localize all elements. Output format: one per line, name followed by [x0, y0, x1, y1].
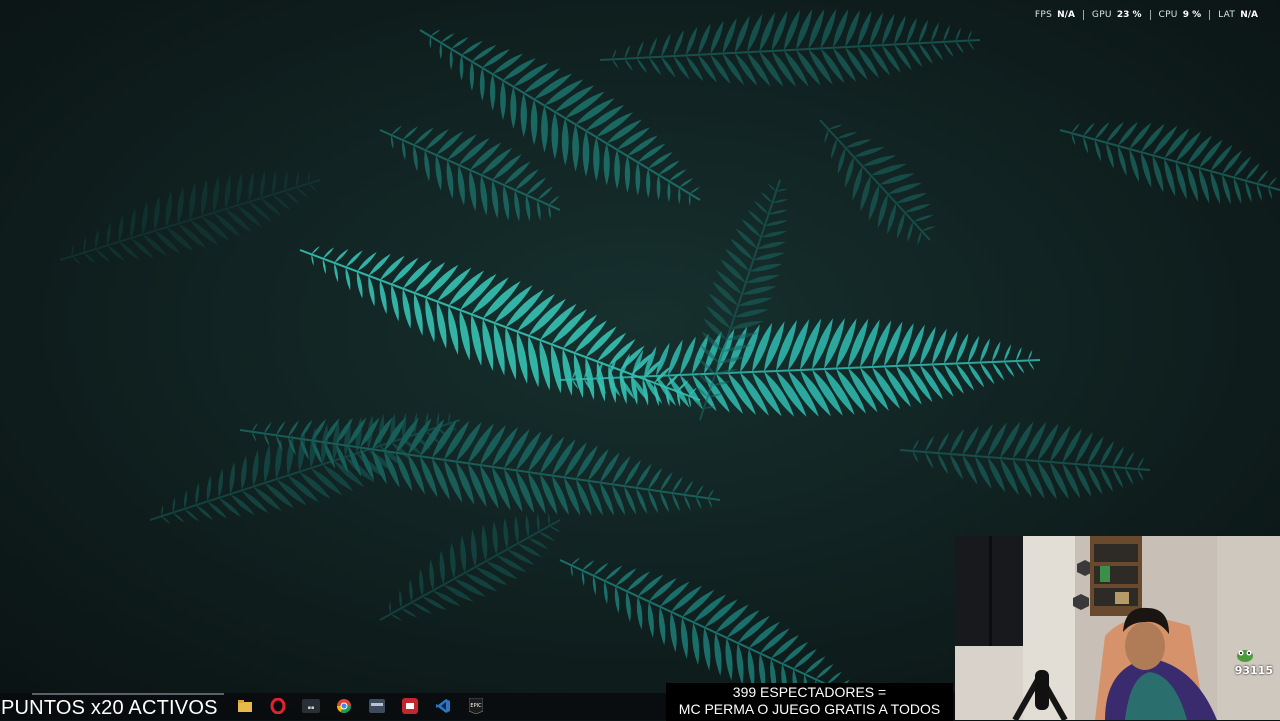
viewers-goal-line: MC PERMA O JUEGO GRATIS A TODOS	[678, 701, 941, 717]
svg-text:▪▪: ▪▪	[308, 705, 315, 711]
taskbar-pinned-apps: ▪▪ EPIC	[236, 697, 500, 715]
opera-icon[interactable]	[269, 697, 287, 715]
svg-text:EPIC: EPIC	[470, 703, 482, 709]
vscode-icon[interactable]	[434, 697, 452, 715]
points-banner: PUNTOS x20 ACTIVOS	[1, 697, 218, 719]
frog-emote-icon	[1237, 650, 1253, 662]
app-window-icon[interactable]	[368, 697, 386, 715]
gpu-value: 23 %	[1116, 10, 1142, 20]
latency-metric: LAT N/A	[1209, 10, 1266, 20]
fps-label: FPS	[1034, 10, 1053, 20]
red-app-icon[interactable]	[401, 697, 419, 715]
fps-value: N/A	[1057, 10, 1075, 20]
file-explorer-icon[interactable]	[236, 697, 254, 715]
cpu-label: CPU	[1158, 10, 1178, 20]
epic-games-icon[interactable]: EPIC	[467, 697, 485, 715]
viewers-banner: 399 ESPECTADORES = MC PERMA O JUEGO GRAT…	[666, 683, 953, 721]
cpu-metric: CPU 9 %	[1149, 10, 1210, 20]
cpu-value: 9 %	[1182, 10, 1202, 20]
webcam-counter: 93115	[1234, 664, 1273, 677]
latency-value: N/A	[1240, 10, 1258, 20]
gpu-metric: GPU 23 %	[1082, 10, 1150, 20]
fps-metric: FPS N/A	[1027, 10, 1083, 20]
chrome-icon[interactable]	[335, 697, 353, 715]
streamlabs-icon[interactable]: ▪▪	[302, 697, 320, 715]
taskbar-scroll-indicator	[32, 693, 224, 695]
performance-overlay: FPS N/A GPU 23 % CPU 9 % LAT N/A	[1027, 10, 1266, 20]
webcam-feed	[955, 536, 1280, 720]
viewers-count-line: 399 ESPECTADORES =	[732, 684, 887, 700]
latency-label: LAT	[1218, 10, 1236, 20]
gpu-label: GPU	[1091, 10, 1112, 20]
